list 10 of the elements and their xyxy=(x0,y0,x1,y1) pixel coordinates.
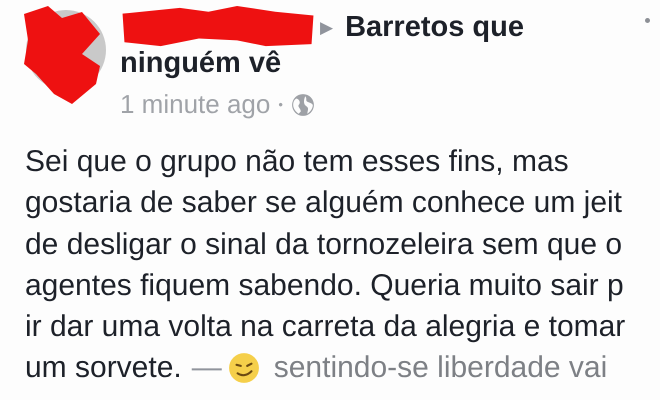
group-link[interactable]: Barretos que xyxy=(345,12,524,42)
post-text: um sorvete. xyxy=(25,350,182,386)
more-icon[interactable] xyxy=(645,18,650,23)
group-link[interactable]: ninguém vê xyxy=(120,48,282,79)
dash: — xyxy=(192,350,222,386)
feeling-text[interactable]: sentindo-se liberdade vai xyxy=(274,347,608,389)
separator: • xyxy=(278,97,283,112)
smirk-emoji-icon xyxy=(228,352,260,384)
arrow-icon: ▶ xyxy=(320,12,334,42)
globe-icon xyxy=(290,92,315,116)
